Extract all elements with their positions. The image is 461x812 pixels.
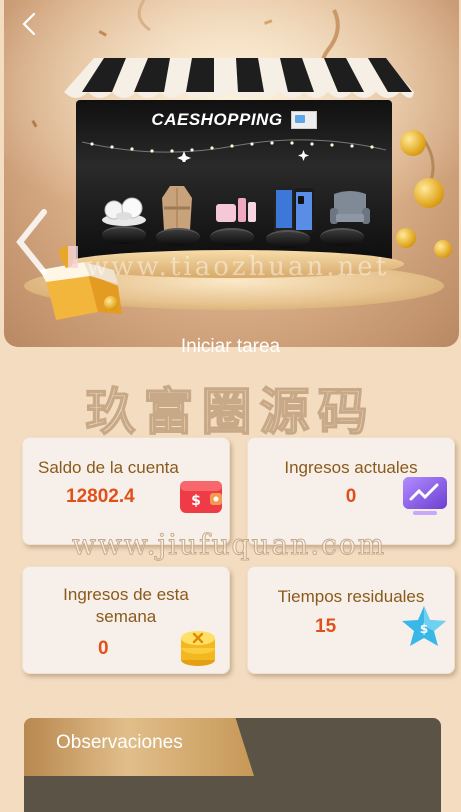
carousel-prev-icon[interactable] <box>12 208 52 276</box>
smartphone-product <box>274 186 314 234</box>
gold-coin <box>400 130 426 156</box>
store-name: CAESHOPPING <box>151 110 283 129</box>
brand-watermark: 玖富圈源码 <box>85 381 376 442</box>
start-task-button[interactable]: Iniciar tarea <box>0 336 461 358</box>
armchair-product <box>330 191 370 224</box>
weekly-income-label: Ingresos de esta semana <box>63 585 189 626</box>
gold-coin <box>434 240 452 258</box>
chevron-left-icon[interactable] <box>18 12 42 36</box>
observations-title: Observaciones <box>56 732 183 753</box>
pedestal <box>156 228 200 246</box>
star-dollar-icon: $ <box>402 606 446 646</box>
balance-value: 12802.4 <box>66 486 135 507</box>
broken-image-icon <box>290 111 317 129</box>
balance-label: Saldo de la cuenta <box>38 458 179 477</box>
wallet-icon: $ <box>180 481 222 513</box>
dishware-product <box>102 197 146 226</box>
cosmetics-product <box>216 198 256 222</box>
trench-coat-product <box>162 186 192 230</box>
weekly-income-card: Ingresos de esta semana 0 <box>22 566 230 674</box>
url-watermark: www.jiufuquan.com <box>71 528 387 562</box>
gold-coin <box>414 178 444 208</box>
svg-text:$: $ <box>420 622 428 636</box>
remaining-times-card: Tiempos residuales 15 $ <box>247 566 455 674</box>
banner-watermark: www.tiaozhuan.net <box>86 252 390 282</box>
gold-coin <box>104 296 118 310</box>
pedestal <box>320 228 364 246</box>
hero-banner: CAESHOPPING www.tiaozhuan.net <box>4 0 459 347</box>
string-lights <box>82 139 386 162</box>
svg-text:$: $ <box>191 493 201 509</box>
chart-icon <box>403 477 447 515</box>
pedestal <box>210 228 254 246</box>
store-sign: CAESHOPPING <box>82 106 386 134</box>
gold-coin <box>396 228 416 248</box>
pedestal <box>266 230 310 248</box>
coins-icon <box>181 631 215 666</box>
store-awning <box>64 58 414 98</box>
